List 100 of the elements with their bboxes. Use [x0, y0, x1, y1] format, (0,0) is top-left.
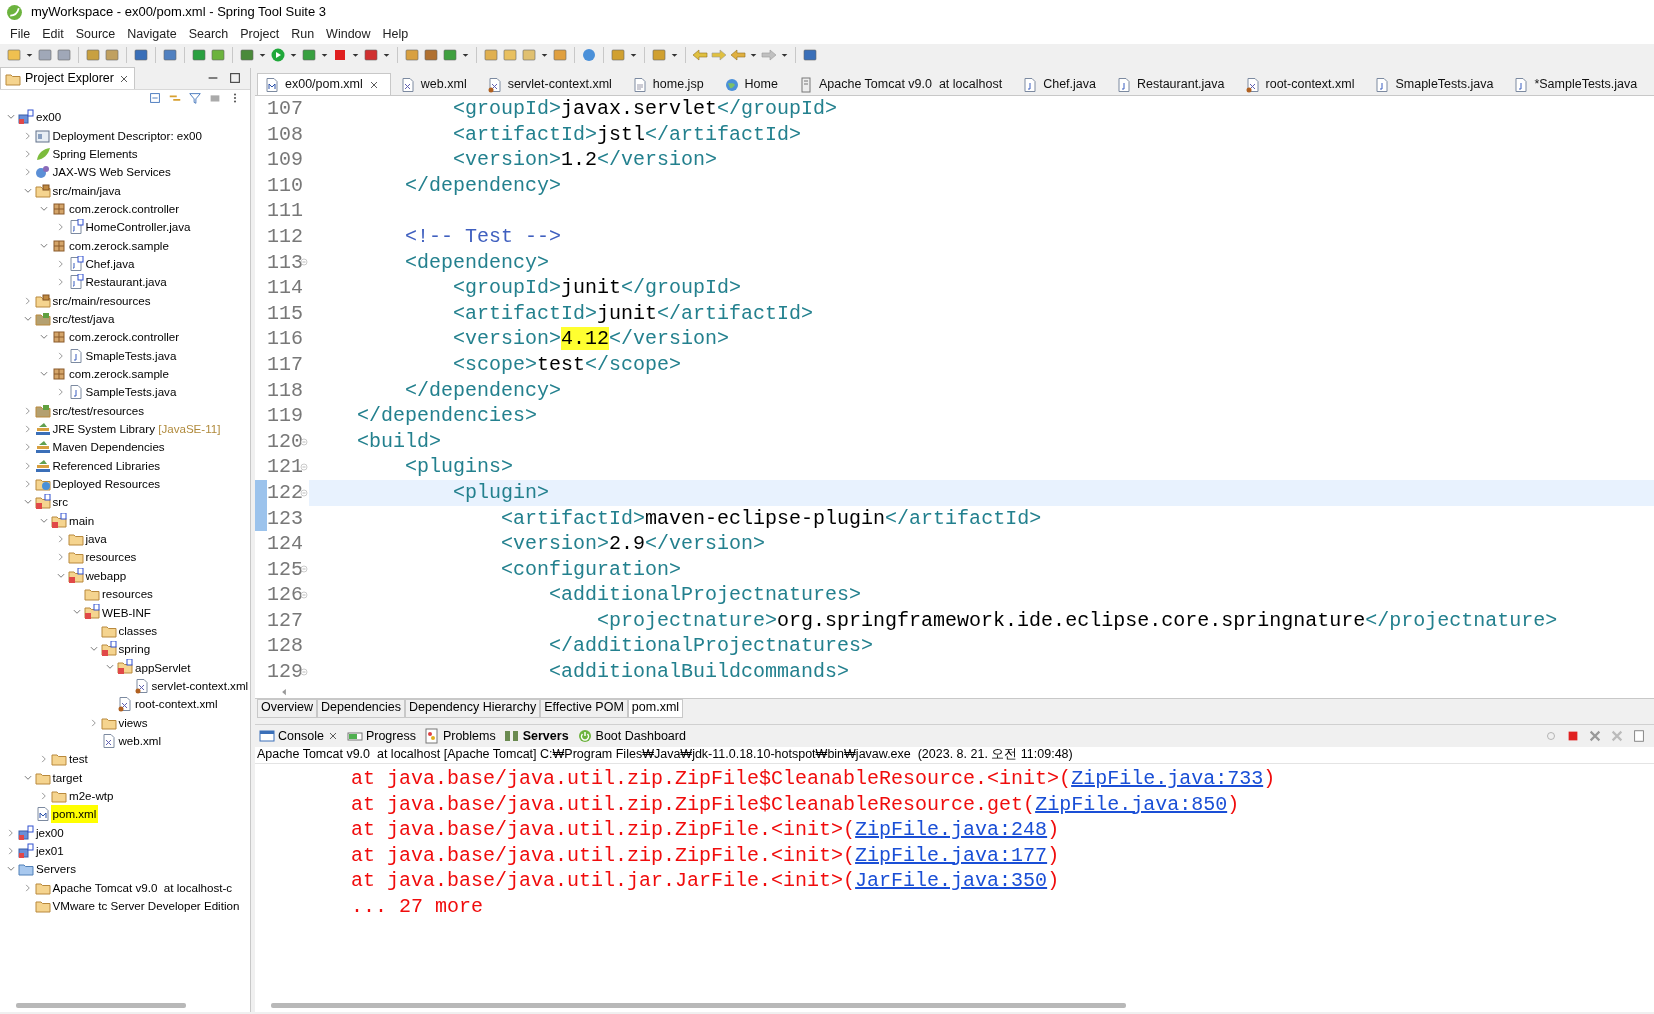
menu-item[interactable]: Search [182, 26, 235, 42]
tree-item[interactable]: Maven Dependencies [52, 440, 165, 455]
tree-item[interactable]: src/test/java [52, 312, 115, 326]
tree-item[interactable]: web.xml [118, 733, 162, 748]
tree-item[interactable]: pom.xml [52, 807, 97, 822]
menu-item[interactable]: Navigate [121, 26, 183, 42]
fold-icon[interactable] [300, 667, 308, 676]
editor-tab[interactable]: ex00/pom.xml [257, 73, 391, 95]
tree-item[interactable]: com.zerock.controller [69, 201, 180, 216]
fold-icon[interactable] [300, 591, 308, 600]
toolbar-icon[interactable] [363, 47, 379, 63]
tree-item[interactable]: root-context.xml [135, 697, 218, 712]
menu-item[interactable]: Source [69, 26, 122, 42]
editor-tab[interactable]: servlet-context.xml [479, 73, 623, 95]
view-tab[interactable]: Console [259, 728, 339, 744]
tree-item[interactable]: jex01 [36, 843, 64, 858]
chevron-right-icon[interactable] [39, 754, 49, 765]
tree-item[interactable]: classes [118, 623, 158, 638]
tree-item[interactable]: WEB-INF [102, 605, 151, 620]
editor-tab[interactable]: root-context.xml [1237, 73, 1366, 95]
page-tab[interactable]: Overview [257, 699, 318, 718]
stop-icon[interactable] [1566, 729, 1580, 743]
tree-item[interactable]: java [85, 532, 107, 547]
tree-item[interactable]: JAX-WS Web Services [52, 165, 171, 180]
tree-item[interactable]: jex00 [36, 825, 64, 840]
chevron-down-icon[interactable] [39, 369, 49, 379]
toolbar-icon[interactable] [104, 47, 120, 63]
stack-trace-link[interactable]: ZipFile.java:177 [855, 843, 1048, 867]
tree-item[interactable]: com.zerock.controller [69, 330, 180, 345]
chevron-right-icon[interactable] [6, 827, 16, 838]
chevron-right-icon[interactable] [39, 790, 49, 801]
fold-icon[interactable] [300, 565, 308, 574]
tree-item[interactable]: target [52, 770, 83, 785]
chevron-right-icon[interactable] [6, 845, 16, 856]
view-tab[interactable]: Project Explorer [0, 67, 135, 89]
editor-tab[interactable]: home.jsp [624, 73, 715, 95]
tree-item[interactable]: m2e-wtp [69, 788, 114, 803]
tree-item[interactable]: resources [85, 550, 137, 565]
remove-all-icon[interactable] [1610, 729, 1624, 743]
view-tab[interactable]: Servers [503, 728, 569, 744]
globe-icon[interactable] [581, 47, 597, 63]
stack-trace-link[interactable]: ZipFile.java:733 [1071, 767, 1264, 790]
editor-tab[interactable]: Apache Tomcat v9.0 at localhost [790, 73, 1014, 95]
editor-tab[interactable]: Home [716, 73, 789, 95]
tree-item[interactable]: views [118, 715, 148, 730]
editor-tab[interactable]: Restaurant.java [1108, 73, 1236, 95]
tree-item[interactable]: src/main/resources [52, 293, 151, 308]
scrollbar-thumb[interactable] [16, 1002, 186, 1008]
tree-item[interactable]: Chef.java [85, 256, 135, 271]
toolbar-icon[interactable] [191, 47, 207, 63]
remove-icon[interactable] [1588, 729, 1602, 743]
editor-tab[interactable]: Chef.java [1015, 73, 1107, 95]
tree-item[interactable]: Referenced Libraries [52, 458, 161, 473]
tree-item[interactable]: HomeController.java [85, 220, 191, 235]
editor-tab[interactable]: SmapleTests.java [1367, 73, 1505, 95]
tree-item[interactable]: VMware tc Server Developer Edition [52, 899, 240, 913]
page-tab[interactable]: Dependency Hierarchy [405, 699, 541, 718]
filter-icon[interactable] [188, 91, 202, 105]
tree-item[interactable]: appServlet [135, 660, 191, 675]
tree-item[interactable]: SmapleTests.java [85, 348, 177, 363]
menu-item[interactable]: Run [285, 26, 321, 42]
editor-tab[interactable]: web.xml [392, 73, 478, 95]
tree-item[interactable]: com.zerock.sample [69, 367, 169, 381]
view-tab[interactable]: Problems [423, 728, 496, 744]
tree-item[interactable]: webapp [85, 568, 127, 583]
tree-item[interactable]: test [69, 752, 88, 767]
fold-icon[interactable] [300, 437, 308, 446]
toolbar-icon[interactable] [301, 47, 317, 63]
view-tab[interactable]: Progress [346, 728, 416, 744]
toolbar-icon[interactable] [85, 47, 101, 63]
view-tab[interactable]: Boot Dashboard [576, 728, 686, 744]
tree-item[interactable]: com.zerock.sample [69, 238, 169, 253]
forward-icon[interactable] [711, 47, 727, 63]
tree-item[interactable]: servlet-context.xml [151, 678, 249, 693]
menu-item[interactable]: File [4, 26, 37, 42]
tree-item[interactable]: JRE System Library [JavaSE-11] [52, 422, 221, 436]
tree-item[interactable]: spring [118, 642, 151, 657]
page-tab[interactable]: pom.xml [627, 699, 684, 718]
editor-tab[interactable]: *SampleTests.java [1506, 73, 1649, 95]
menu-item[interactable]: Help [376, 26, 415, 42]
stop-icon[interactable] [332, 47, 348, 63]
fold-icon[interactable] [300, 488, 308, 497]
tree-item[interactable]: Restaurant.java [85, 275, 167, 290]
menu-item[interactable]: Edit [36, 26, 70, 42]
menu-item[interactable]: Project [234, 26, 286, 42]
toolbar-icon[interactable] [162, 47, 178, 63]
tree-item[interactable]: SampleTests.java [85, 385, 177, 400]
stack-trace-link[interactable]: ZipFile.java:248 [855, 818, 1048, 842]
toolbar-icon[interactable] [210, 47, 226, 63]
fold-icon[interactable] [300, 463, 308, 472]
page-icon[interactable] [1632, 729, 1646, 743]
toolbar-icon[interactable] [802, 47, 818, 63]
toolbar-icon[interactable] [423, 47, 439, 63]
scrollbar-thumb[interactable] [271, 1002, 1126, 1008]
tree-item[interactable]: ex00 [36, 110, 62, 125]
page-tab[interactable]: Dependencies [317, 699, 405, 718]
tree-item[interactable]: src/main/java [52, 183, 121, 198]
menu-item[interactable]: Window [320, 26, 377, 42]
fold-icon[interactable] [300, 258, 308, 267]
tree-item[interactable]: resources [102, 587, 153, 602]
